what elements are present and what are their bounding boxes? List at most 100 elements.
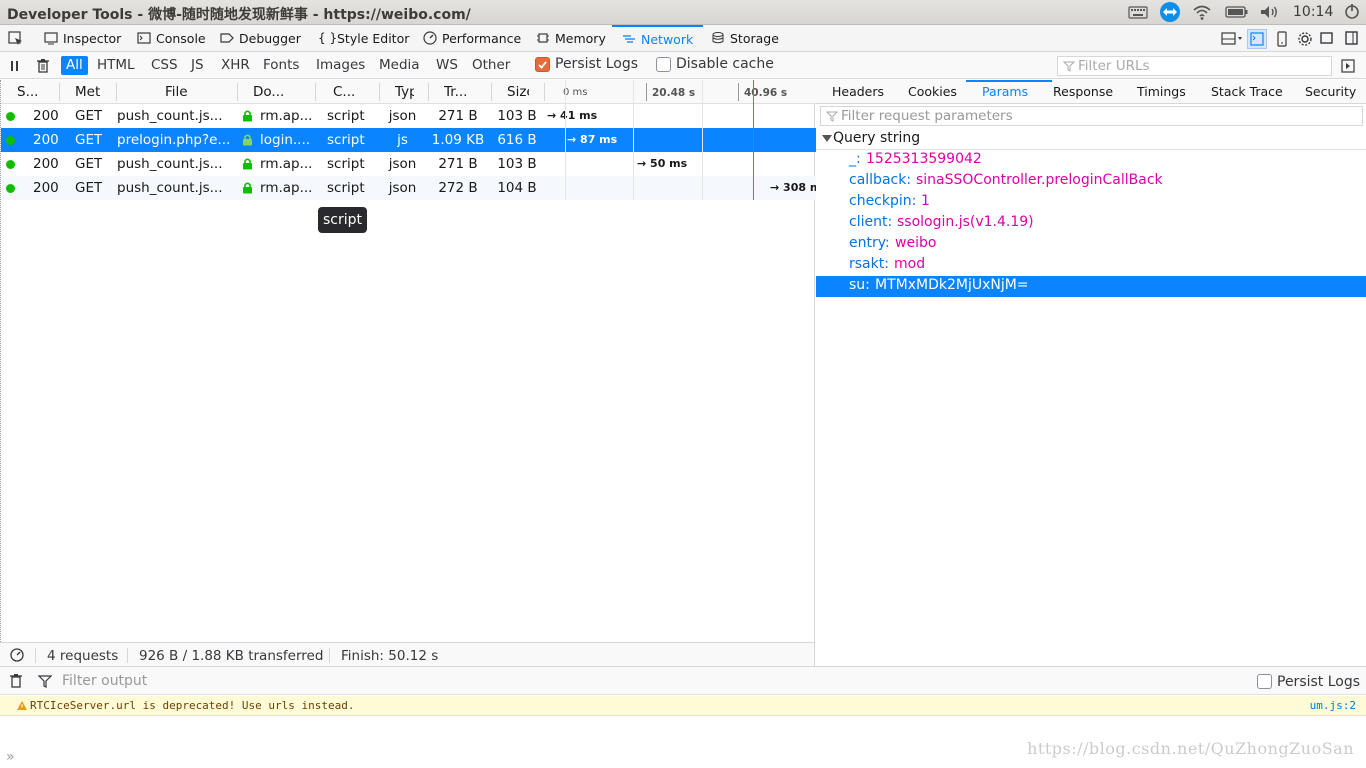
tab-inspector[interactable]: Inspector [44, 25, 121, 51]
param-row[interactable]: callback: sinaSSOController.preloginCallB… [816, 171, 1366, 192]
tab-console[interactable]: Console [137, 25, 206, 51]
request-size: 103 B [497, 156, 537, 172]
request-domain: rm.ap... [260, 180, 313, 196]
column-size[interactable]: Size [507, 84, 529, 100]
volume-icon[interactable] [1259, 3, 1281, 21]
request-type: js [397, 132, 408, 148]
lock-icon [243, 182, 252, 194]
disable-cache-checkbox[interactable] [656, 57, 671, 72]
persist-logs-checkbox[interactable] [535, 57, 550, 72]
column-status[interactable]: S... [17, 84, 43, 100]
filter-type-fonts[interactable]: Fonts [258, 56, 304, 75]
tab-timings[interactable]: Timings [1137, 84, 1186, 99]
waterfall-timing: → 308 m [770, 181, 822, 194]
column-domain[interactable]: Do... [253, 84, 284, 100]
clear-trash-icon[interactable] [36, 58, 52, 74]
console-toolbar: Filter output Persist Logs [0, 667, 1366, 695]
network-filter-toolbar: All HTML CSS JS XHR Fonts Images Media WS Other P… [0, 52, 1366, 79]
request-row[interactable]: 200 GET push_count.js... rm.ap... script json… [1, 152, 816, 176]
filter-type-css[interactable]: CSS [146, 56, 183, 75]
tab-storage[interactable]: Storage [711, 25, 779, 51]
power-gear-icon[interactable] [1343, 3, 1361, 21]
param-row[interactable]: rsakt: mod [816, 255, 1366, 276]
split-console-icon[interactable] [1247, 29, 1267, 49]
waterfall-tick-2: 40.96 s [744, 87, 788, 99]
tab-memory[interactable]: Memory [536, 25, 606, 51]
column-cause[interactable]: C... [333, 84, 355, 100]
element-picker-icon[interactable] [8, 31, 24, 47]
keyboard-icon[interactable] [1128, 3, 1148, 21]
param-row[interactable]: client: ssologin.js(v1.4.19) [816, 213, 1366, 234]
tab-performance[interactable]: Performance [423, 25, 521, 51]
request-size: 104 B [497, 180, 537, 196]
request-row[interactable]: 200 GET push_count.js... rm.ap... script json… [1, 176, 821, 200]
tab-response[interactable]: Response [1053, 84, 1113, 99]
clear-console-trash-icon[interactable] [9, 673, 23, 689]
filter-type-media[interactable]: Media [374, 56, 425, 75]
status-dot [6, 136, 15, 145]
param-value: 1 [921, 193, 930, 209]
filter-urls-input[interactable]: Filter URLs [1057, 56, 1332, 76]
column-file[interactable]: File [165, 84, 188, 100]
tab-cookies[interactable]: Cookies [908, 84, 957, 99]
waterfall-timing: → 41 ms [547, 109, 598, 122]
warning-source-link[interactable]: um.js:2 [1310, 699, 1356, 712]
pause-icon[interactable] [9, 59, 25, 75]
request-row[interactable]: 200 GET prelogin.php?e... login.... script js… [1, 128, 816, 152]
reload-timer-icon[interactable] [9, 647, 25, 663]
status-dot [6, 112, 15, 121]
wifi-icon[interactable] [1192, 3, 1212, 21]
param-value: sinaSSOController.preloginCallBack [916, 172, 1163, 188]
request-domain: rm.ap... [260, 108, 313, 124]
settings-gear-icon[interactable] [1297, 31, 1313, 47]
filter-type-other[interactable]: Other [467, 56, 515, 75]
column-method[interactable]: Met [75, 84, 105, 100]
request-method: GET [75, 180, 103, 196]
close-panel-icon[interactable] [1345, 31, 1361, 47]
dock-mode-icon[interactable] [1221, 31, 1242, 47]
request-domain: login.... [260, 132, 311, 148]
clock[interactable]: 10:14 [1293, 4, 1333, 20]
battery-icon[interactable] [1225, 3, 1249, 21]
param-row[interactable]: entry: weibo [816, 234, 1366, 255]
request-type: json [388, 180, 417, 196]
network-icon [622, 32, 636, 46]
console-persist-logs-label: Persist Logs [1277, 674, 1361, 690]
tab-stack-trace[interactable]: Stack Trace [1211, 84, 1283, 99]
request-size: 103 B [497, 108, 537, 124]
filter-output-input[interactable]: Filter output [62, 673, 147, 689]
filter-params-input[interactable]: Filter request parameters [820, 106, 1363, 126]
responsive-design-icon[interactable] [1275, 31, 1291, 47]
filter-type-js[interactable]: JS [186, 56, 209, 75]
performance-icon [423, 31, 437, 45]
tab-params[interactable]: Params [982, 84, 1028, 99]
teamviewer-icon[interactable] [1159, 1, 1181, 23]
column-type[interactable]: Typ [395, 84, 414, 100]
tab-headers[interactable]: Headers [832, 84, 884, 99]
filter-icon [1063, 61, 1075, 72]
tab-security[interactable]: Security [1305, 84, 1356, 99]
filter-type-html[interactable]: HTML [92, 56, 140, 75]
request-transferred: 272 B [438, 180, 478, 196]
toggle-sidebar-icon[interactable] [1341, 59, 1357, 75]
filter-type-ws[interactable]: WS [431, 56, 463, 75]
tab-debugger[interactable]: Debugger [220, 25, 301, 51]
tab-network[interactable]: Network [612, 25, 704, 51]
column-transferred[interactable]: Tr... [444, 84, 467, 100]
filter-type-xhr[interactable]: XHR [216, 56, 255, 75]
param-row[interactable]: checkpin: 1 [816, 192, 1366, 213]
console-prompt-icon[interactable]: » [6, 749, 15, 765]
param-row[interactable]: su: MTMxMDk2MjUxNjM= [816, 276, 1366, 297]
style-editor-icon: { } [318, 31, 338, 45]
filter-type-all[interactable]: All [61, 56, 88, 75]
param-key: su: [849, 277, 870, 293]
query-string-section[interactable]: Query string [816, 128, 1366, 150]
filter-type-images[interactable]: Images [311, 56, 370, 75]
request-type: json [388, 108, 417, 124]
request-transferred: 271 B [438, 156, 478, 172]
param-row[interactable]: _: 1525313599042 [816, 150, 1366, 171]
console-persist-logs-checkbox[interactable] [1257, 674, 1272, 689]
maximize-icon[interactable] [1320, 31, 1336, 47]
tab-style-editor[interactable]: { } Style Editor [318, 25, 409, 51]
request-row[interactable]: 200 GET push_count.js... rm.ap... script json… [1, 104, 816, 128]
